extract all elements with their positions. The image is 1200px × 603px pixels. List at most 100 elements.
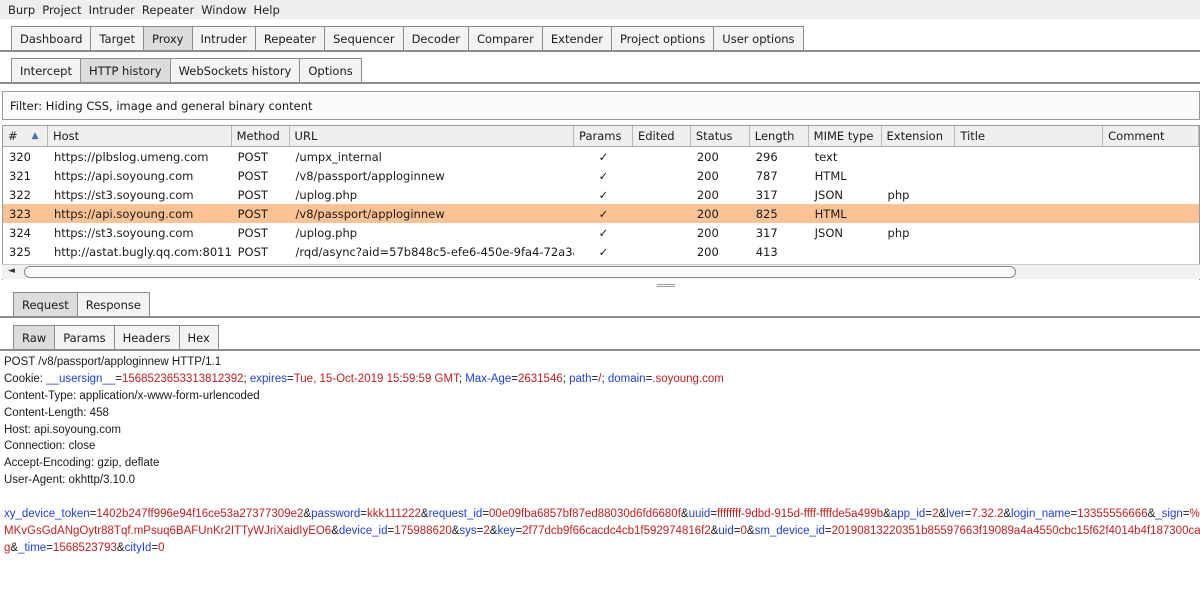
cell-host: https://api.soyoung.com [53,206,194,221]
param-value: 1568523793 [52,541,117,554]
table-row[interactable]: 322 https://st3.soyoung.com POST/uplog.php… [3,185,1199,204]
param-value: kkk111222 [367,508,421,521]
equals-sign: = [46,541,53,554]
horizontal-scrollbar[interactable]: ◄ [2,264,1200,279]
request-editor[interactable]: POST /v8/passport/apploginnew HTTP/1.1 Co… [0,352,1200,603]
scroll-left-arrow-icon[interactable]: ◄ [8,266,15,276]
ampersand: & [883,508,891,521]
ampersand: & [10,541,19,554]
cell-host: https://st3.soyoung.com [53,225,194,240]
menu-intruder[interactable]: Intruder [89,3,135,17]
column-header-extension[interactable]: Extension [882,126,956,146]
filter-bar[interactable]: Filter: Hiding CSS, image and general bi… [2,91,1200,120]
menu-burp[interactable]: Burp [8,3,35,17]
param-value: 13355556666 [1077,508,1148,521]
cell-params: ✓ [598,149,609,164]
param-value: 7.32.2 [971,508,1004,521]
menu-repeater[interactable]: Repeater [142,3,194,17]
cell-title [955,223,1103,242]
cell-mime [809,242,882,261]
column-header-edited[interactable]: Edited [633,126,691,146]
column-header-length[interactable]: Length [750,126,809,146]
tab-sequencer[interactable]: Sequencer [324,26,404,50]
cookie-name: path [569,372,592,385]
param-value: MKvGsGdANgOytr88Tqf.mPsuq6BAFUnKr2ITTyWJ… [4,524,332,537]
column-header-host[interactable]: Host [48,126,232,146]
column-header-number[interactable]: # ▲ [3,126,48,146]
cookie-name: Max-Age [465,372,512,385]
ampersand: & [746,524,755,537]
tab-repeater[interactable]: Repeater [254,26,326,50]
equals-sign: = [360,508,367,521]
cell-params: ✓ [598,225,609,240]
column-header-title[interactable]: Title [955,126,1104,146]
format-tab-hex[interactable]: Hex [178,325,219,349]
tab-user-options[interactable]: User options [713,26,804,50]
cell-title [955,204,1103,223]
splitter-grip-icon[interactable] [657,284,675,287]
cell-status: 200 [696,206,719,221]
table-row[interactable]: 320 https://plbslog.umeng.com POST/umpx_in… [3,147,1199,166]
menu-window[interactable]: Window [201,3,246,17]
param-value: 1402b247ff996e94f16ce53a27377309e2 [96,508,304,521]
table-row[interactable]: 323 https://api.soyoung.com POST/v8/passpo… [3,204,1199,223]
cell-comment [1103,204,1199,223]
cell-ext [882,242,956,261]
subtab-websockets-history[interactable]: WebSockets history [169,58,301,82]
equals-sign: = [824,524,832,537]
subtab-http-history[interactable]: HTTP history [79,58,171,82]
cell-params: ✓ [598,187,609,202]
cell-length: 296 [755,149,778,164]
column-header-url[interactable]: URL [290,126,575,146]
tab-dashboard[interactable]: Dashboard [11,26,92,50]
cell-ext [882,147,956,166]
tab-project-options[interactable]: Project options [610,26,715,50]
column-header-params[interactable]: Params [574,126,633,146]
table-row[interactable]: 324 https://st3.soyoung.com POST/uplog.php… [3,223,1199,242]
subtab-options[interactable]: Options [299,58,362,82]
request-response-tab-bar: Request Response [13,292,150,316]
param-name: _sign [1155,508,1183,521]
format-tab-divider [0,349,1200,351]
tab-target[interactable]: Target [90,26,144,50]
column-header-status[interactable]: Status [691,126,750,146]
tab-request[interactable]: Request [13,292,78,316]
cell-status: 200 [696,149,719,164]
column-header-method[interactable]: Method [232,126,290,146]
cell-mime: JSON [814,225,843,240]
reqresp-tab-divider [0,316,1200,318]
format-tab-headers[interactable]: Headers [113,325,180,349]
tab-extender[interactable]: Extender [541,26,612,50]
cell-edited [633,166,691,185]
cell-num: 323 [9,206,31,221]
column-header-label: # [8,129,18,143]
table-row[interactable]: 325 http://astat.bugly.qq.com:8011 POST/rq… [3,242,1199,261]
cell-method: POST [237,149,268,164]
cookie-value: 2631546 [517,372,563,385]
tab-decoder[interactable]: Decoder [402,26,469,50]
tab-comparer[interactable]: Comparer [467,26,543,50]
menu-help[interactable]: Help [254,3,280,17]
header-line: Host: api.soyoung.com [4,423,121,436]
subtab-intercept[interactable]: Intercept [11,58,81,82]
ampersand: & [420,508,429,521]
scrollbar-thumb[interactable] [24,266,1016,278]
tab-intruder[interactable]: Intruder [191,26,256,50]
request-line: POST /v8/passport/apploginnew HTTP/1.1 [4,356,222,368]
cookie-name: expires [249,372,287,385]
tab-proxy[interactable]: Proxy [142,26,193,50]
tab-response[interactable]: Response [76,292,150,316]
format-tab-params[interactable]: Params [54,325,115,349]
format-tab-raw[interactable]: Raw [13,325,56,349]
param-name: xy_device_token [4,508,90,521]
cell-length: 825 [755,206,778,221]
table-row[interactable]: 321 https://api.soyoung.com POST/v8/passpo… [3,166,1199,185]
cookie-value: .soyoung.com [652,372,724,385]
body-line: MKvGsGdANgOytr88Tqf.mPsuq6BAFUnKr2ITTyWJ… [4,523,1200,540]
menu-project[interactable]: Project [42,3,81,17]
cell-url: /uplog.php [295,225,358,240]
http-history-table[interactable]: # ▲ Host Method URL Params Edited Status Length M… [2,125,1200,280]
column-header-mime-type[interactable]: MIME type [809,126,882,146]
column-header-comment[interactable]: Comment [1103,126,1199,146]
